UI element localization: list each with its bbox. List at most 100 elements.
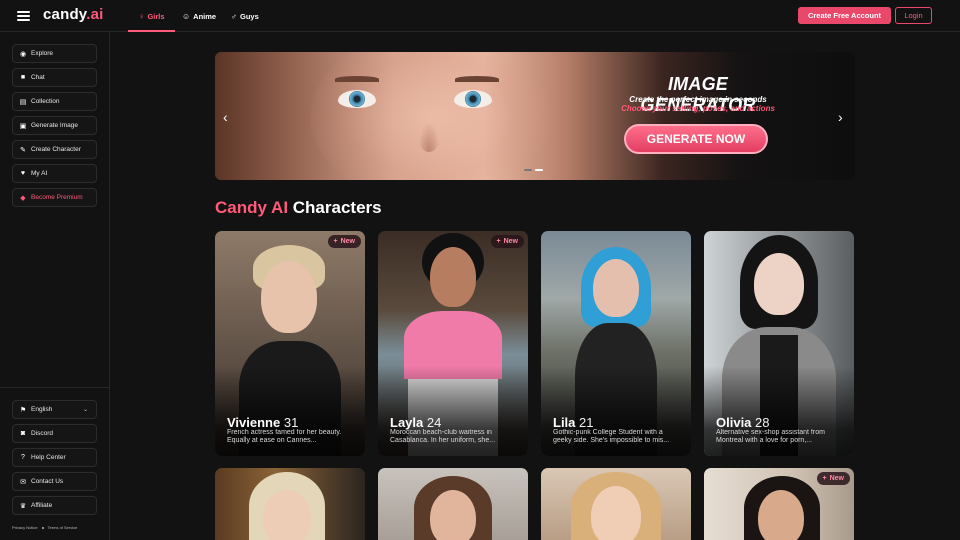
chat-icon: ■ bbox=[20, 74, 26, 81]
character-first-name: Layla bbox=[390, 415, 424, 430]
character-card[interactable]: Lila 21 Gothic-punk College Student with… bbox=[541, 231, 691, 456]
character-first-name: Olivia bbox=[716, 415, 752, 430]
logo[interactable]: candy.ai bbox=[43, 6, 104, 23]
new-badge: + New bbox=[327, 235, 361, 248]
carousel-dots bbox=[524, 169, 546, 171]
sidebar-item-label: Explore bbox=[31, 50, 54, 57]
create-account-button[interactable]: Create Free Account bbox=[798, 7, 891, 24]
character-age: 21 bbox=[579, 415, 594, 430]
tab-label: Guys bbox=[240, 11, 259, 21]
sidebar-item-generate-image[interactable]: ▣ Generate Image bbox=[12, 116, 97, 135]
character-card[interactable]: Olivia 28 Alternative sex-shop assistant… bbox=[704, 231, 854, 456]
language-label: English bbox=[31, 406, 53, 413]
chevron-left-icon[interactable]: ‹ bbox=[223, 109, 228, 125]
tab-anime[interactable]: ☺ Anime bbox=[182, 0, 216, 32]
heading-accent: Candy AI bbox=[215, 198, 289, 217]
sidebar-item-help-center[interactable]: ? Help Center bbox=[12, 448, 97, 467]
discord-icon: ◙ bbox=[20, 430, 26, 437]
character-first-name: Vivienne bbox=[227, 415, 281, 430]
sidebar-item-label: Affiliate bbox=[31, 502, 53, 509]
tab-guys[interactable]: ♂ Guys bbox=[231, 0, 259, 32]
banner-eye bbox=[338, 90, 376, 108]
character-description: Gothic-punk College Student with a geeky… bbox=[553, 429, 670, 444]
character-card[interactable]: + New bbox=[704, 468, 854, 540]
character-card[interactable] bbox=[378, 468, 528, 540]
heading-rest: Characters bbox=[288, 198, 382, 217]
character-first-name: Lila bbox=[553, 415, 576, 430]
sidebar-item-contact-us[interactable]: ✉ Contact Us bbox=[12, 472, 97, 491]
male-icon: ♂ bbox=[231, 11, 237, 21]
sidebar-divider bbox=[0, 387, 110, 388]
new-badge: + New bbox=[816, 472, 850, 485]
character-name: Layla 24 bbox=[390, 415, 441, 430]
character-face bbox=[593, 259, 639, 317]
character-description: Moroccan beach-club waitress in Casablan… bbox=[390, 429, 496, 444]
contact-icon: ✉ bbox=[20, 478, 26, 486]
character-description: French actress famed for her beauty. Equ… bbox=[227, 429, 342, 444]
section-heading: Candy AI Characters bbox=[215, 198, 382, 218]
banner-nose bbox=[418, 122, 440, 152]
plus-icon: + bbox=[496, 238, 501, 245]
banner-subtitle: Create the perfect image in seconds bbox=[629, 95, 767, 104]
banner-eye bbox=[454, 90, 492, 108]
sidebar-item-affiliate[interactable]: ♛ Affiliate bbox=[12, 496, 97, 515]
logo-suffix: .ai bbox=[86, 6, 104, 23]
sidebar-item-label: Chat bbox=[31, 74, 45, 81]
sidebar-item-discord[interactable]: ◙ Discord bbox=[12, 424, 97, 443]
banner-eyebrow bbox=[335, 76, 379, 82]
character-card[interactable] bbox=[215, 468, 365, 540]
language-select[interactable]: ⚑ English ⌄ bbox=[12, 400, 97, 419]
image-generator-banner[interactable]: IMAGE GENERATOR Create the perfect image… bbox=[215, 52, 855, 180]
character-description: Alternative sex-shop assistant from Mont… bbox=[716, 429, 825, 444]
login-button[interactable]: Login bbox=[895, 7, 932, 24]
sidebar-item-label: My AI bbox=[31, 170, 48, 177]
carousel-dot[interactable] bbox=[524, 169, 532, 171]
sidebar-item-create-character[interactable]: ✎ Create Character bbox=[12, 140, 97, 159]
sidebar-item-explore[interactable]: ◉ Explore bbox=[12, 44, 97, 63]
wand-icon: ✎ bbox=[20, 146, 26, 154]
menu-icon[interactable] bbox=[17, 11, 30, 21]
banner-subtitle-accent: Choose your setting, poses, and actions bbox=[621, 104, 775, 113]
sidebar-item-label: Contact Us bbox=[31, 478, 64, 485]
character-card[interactable]: + New Vivienne 31 French actress famed fo… bbox=[215, 231, 365, 456]
generate-now-button[interactable]: GENERATE NOW bbox=[624, 124, 768, 154]
tab-girls[interactable]: ♀ Girls bbox=[128, 0, 175, 32]
character-face bbox=[430, 247, 476, 307]
character-name: Lila 21 bbox=[553, 415, 594, 430]
character-card[interactable] bbox=[541, 468, 691, 540]
tab-label: Girls bbox=[147, 11, 165, 21]
banner-eyebrow bbox=[455, 76, 499, 82]
plus-icon: + bbox=[822, 475, 827, 482]
new-badge: + New bbox=[490, 235, 524, 248]
character-face bbox=[261, 261, 317, 333]
badge-label: New bbox=[829, 475, 844, 482]
character-name: Vivienne 31 bbox=[227, 415, 298, 430]
character-face bbox=[591, 486, 641, 540]
top-bar: candy.ai ♀ Girls ☺ Anime ♂ Guys Create Free… bbox=[0, 0, 960, 32]
privacy-link[interactable]: Privacy Notice bbox=[12, 525, 38, 530]
sidebar: ◉ Explore ■ Chat ▤ Collection ▣ Generate Ima… bbox=[0, 32, 110, 540]
sidebar-item-label: Become Premium bbox=[31, 194, 83, 201]
collection-icon: ▤ bbox=[19, 98, 27, 106]
banner-face-image bbox=[310, 52, 550, 180]
character-face bbox=[754, 253, 804, 315]
sidebar-item-collection[interactable]: ▤ Collection bbox=[12, 92, 97, 111]
logo-text: candy bbox=[43, 6, 87, 23]
carousel-dot-active[interactable] bbox=[535, 169, 543, 171]
sidebar-item-my-ai[interactable]: ♥ My AI bbox=[12, 164, 97, 183]
character-face bbox=[430, 490, 476, 540]
sidebar-item-label: Generate Image bbox=[31, 122, 78, 129]
character-age: 24 bbox=[426, 415, 442, 430]
sidebar-item-label: Discord bbox=[31, 430, 54, 437]
character-name: Olivia 28 bbox=[716, 415, 770, 430]
anime-icon: ☺ bbox=[182, 11, 191, 21]
sidebar-item-chat[interactable]: ■ Chat bbox=[12, 68, 97, 87]
compass-icon: ◉ bbox=[19, 50, 27, 58]
diamond-icon: ◆ bbox=[20, 194, 26, 202]
help-icon: ? bbox=[21, 454, 25, 461]
terms-link[interactable]: Terms of Service bbox=[48, 525, 78, 530]
chevron-right-icon[interactable]: › bbox=[838, 109, 843, 125]
character-face bbox=[263, 490, 311, 540]
sidebar-item-premium[interactable]: ◆ Become Premium bbox=[12, 188, 97, 207]
character-card[interactable]: + New Layla 24 Moroccan beach-club waitre… bbox=[378, 231, 528, 456]
